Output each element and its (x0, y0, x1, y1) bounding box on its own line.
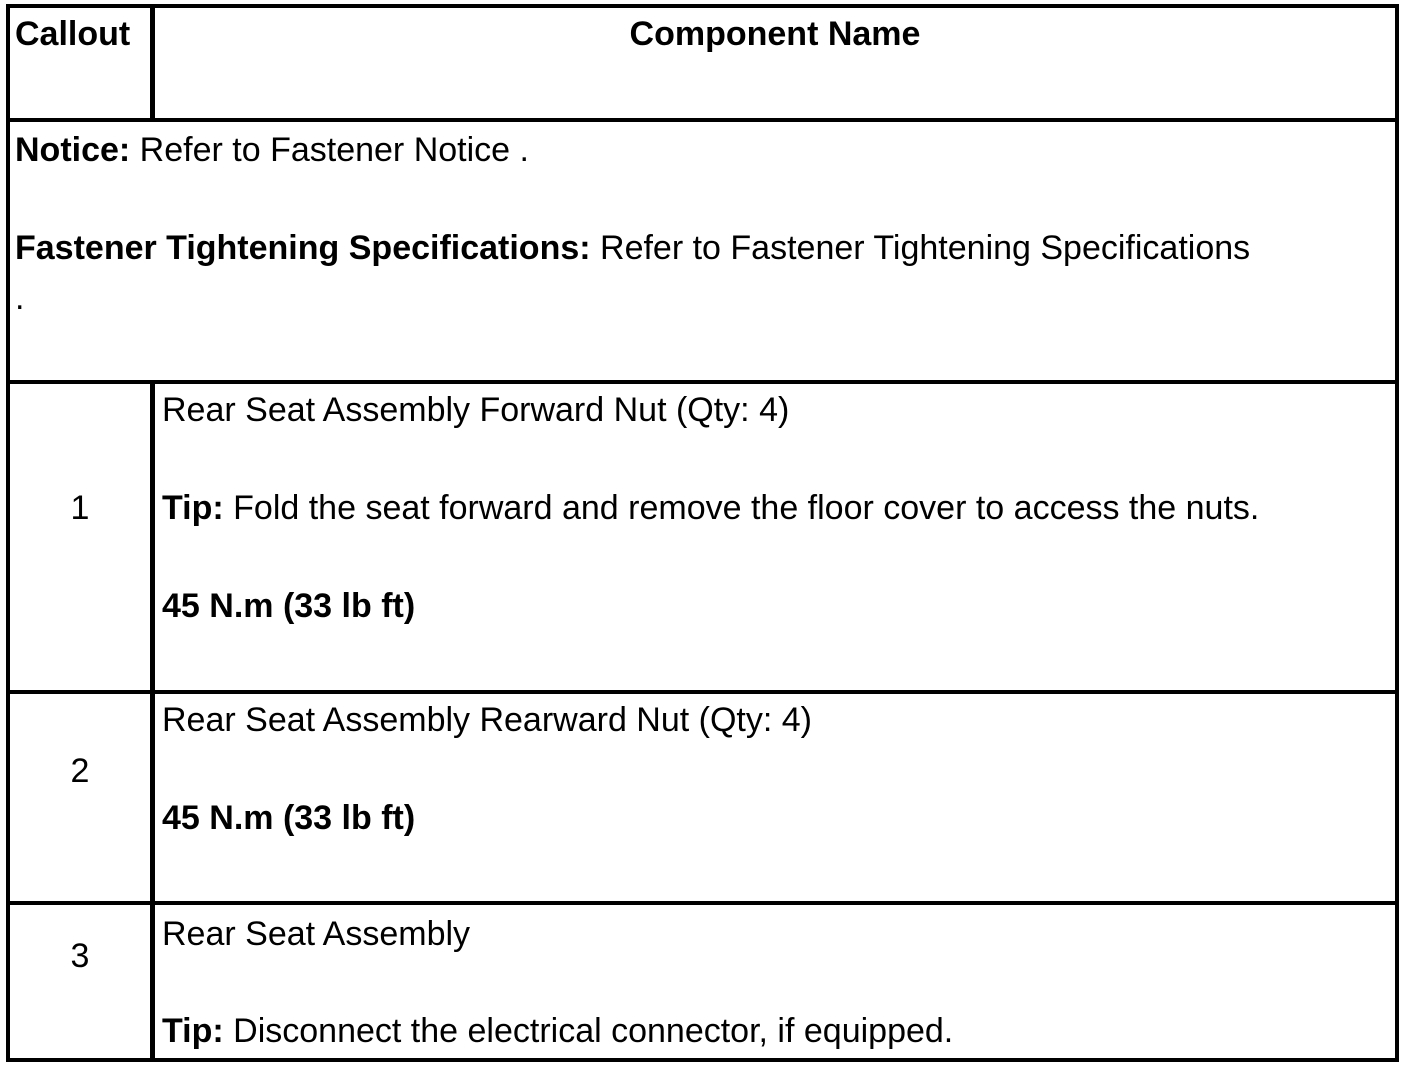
component-table: Callout Component Name Notice: Refer to … (6, 4, 1399, 1062)
row-divider (10, 901, 1395, 905)
row-divider (10, 118, 1395, 122)
tip-label-3: Tip: (162, 1012, 224, 1050)
column-divider-row-3 (150, 905, 155, 1062)
callout-number-3: 3 (70, 937, 90, 975)
tip-label-1: Tip: (162, 489, 224, 527)
callout-number-1: 1 (70, 489, 90, 527)
tip-line-3: Tip: Disconnect the electrical connector… (162, 1011, 953, 1051)
component-name-1: Rear Seat Assembly Forward Nut (Qty: 4) (162, 391, 790, 429)
component-name-3: Rear Seat Assembly (162, 915, 471, 953)
notice-text: Refer to Fastener Notice . (130, 131, 529, 169)
header-callout: Callout (15, 15, 131, 53)
notice-label: Notice: (15, 131, 131, 169)
header-component-name: Component Name (629, 15, 921, 53)
torque-spec-1: 45 N.m (33 lb ft) (162, 587, 416, 625)
callout-number-2: 2 (70, 752, 90, 790)
tip-line-1: Tip: Fold the seat forward and remove th… (162, 488, 1259, 528)
notice-line: Notice: Refer to Fastener Notice . (15, 130, 529, 170)
spec-text: Refer to Fastener Tightening Specificati… (590, 229, 1251, 267)
torque-spec-2: 45 N.m (33 lb ft) (162, 799, 416, 837)
row-divider (10, 380, 1395, 384)
spec-tail: . (15, 279, 25, 317)
spec-line: Fastener Tightening Specifications: Refe… (15, 228, 1250, 268)
spec-label: Fastener Tightening Specifications: (15, 229, 591, 267)
tip-text-1: Fold the seat forward and remove the flo… (223, 489, 1260, 527)
column-divider-row-2 (150, 694, 155, 901)
row-divider (10, 690, 1395, 694)
tip-text-3: Disconnect the electrical connector, if … (223, 1012, 954, 1050)
column-divider-row-1 (150, 384, 155, 691)
component-name-2: Rear Seat Assembly Rearward Nut (Qty: 4) (162, 701, 813, 739)
